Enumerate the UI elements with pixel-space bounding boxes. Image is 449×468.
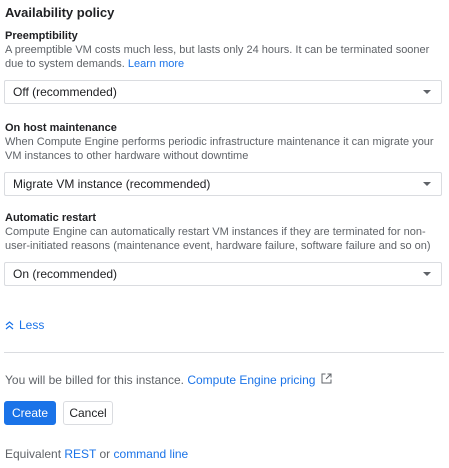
command-line-link[interactable]: command line — [114, 447, 189, 461]
section-title: Availability policy — [5, 5, 115, 20]
preemptibility-desc-line1: A preemptible VM costs much less, but la… — [5, 44, 430, 56]
on-host-maintenance-desc-line2: VM instances to other hardware without d… — [5, 150, 249, 162]
preemptibility-desc-line2: due to system demands. Learn more — [5, 57, 445, 71]
on-host-maintenance-label: On host maintenance — [5, 122, 117, 134]
equivalent-prefix: Equivalent — [5, 447, 65, 461]
divider — [4, 352, 444, 353]
preemptibility-select-value: Off (recommended) — [13, 85, 117, 99]
pricing-link[interactable]: Compute Engine pricing — [187, 373, 315, 387]
on-host-maintenance-desc-line1: When Compute Engine performs periodic in… — [5, 136, 434, 148]
preemptibility-description: A preemptible VM costs much less, but la… — [5, 43, 445, 71]
less-toggle[interactable]: Less — [5, 318, 44, 332]
cancel-button[interactable]: Cancel — [63, 401, 113, 425]
rest-link[interactable]: REST — [64, 447, 96, 461]
less-label: Less — [19, 318, 45, 332]
automatic-restart-desc-line2: user-initiated reasons (maintenance even… — [5, 240, 431, 252]
create-button[interactable]: Create — [4, 401, 56, 425]
preemptibility-select[interactable]: Off (recommended) — [4, 80, 442, 104]
on-host-maintenance-select-value: Migrate VM instance (recommended) — [13, 177, 211, 191]
automatic-restart-description: Compute Engine can automatically restart… — [5, 225, 445, 253]
learn-more-link[interactable]: Learn more — [128, 58, 184, 70]
automatic-restart-label: Automatic restart — [5, 212, 97, 224]
billing-notice: You will be billed for this instance. Co… — [5, 373, 332, 387]
automatic-restart-desc-line1: Compute Engine can automatically restart… — [5, 226, 426, 238]
on-host-maintenance-select[interactable]: Migrate VM instance (recommended) — [4, 172, 442, 196]
caret-down-icon — [423, 272, 431, 276]
external-link-icon[interactable] — [321, 373, 332, 387]
billing-text: You will be billed for this instance. — [5, 373, 184, 387]
on-host-maintenance-description: When Compute Engine performs periodic in… — [5, 135, 445, 163]
automatic-restart-select[interactable]: On (recommended) — [4, 262, 442, 286]
automatic-restart-select-value: On (recommended) — [13, 267, 118, 281]
chevron-up-double-icon — [5, 320, 14, 330]
equivalent-or: or — [96, 447, 114, 461]
preemptibility-label: Preemptibility — [5, 30, 78, 42]
preemptibility-desc-text: due to system demands. — [5, 58, 128, 70]
caret-down-icon — [423, 90, 431, 94]
equivalent-links: Equivalent REST or command line — [5, 447, 188, 461]
caret-down-icon — [423, 182, 431, 186]
